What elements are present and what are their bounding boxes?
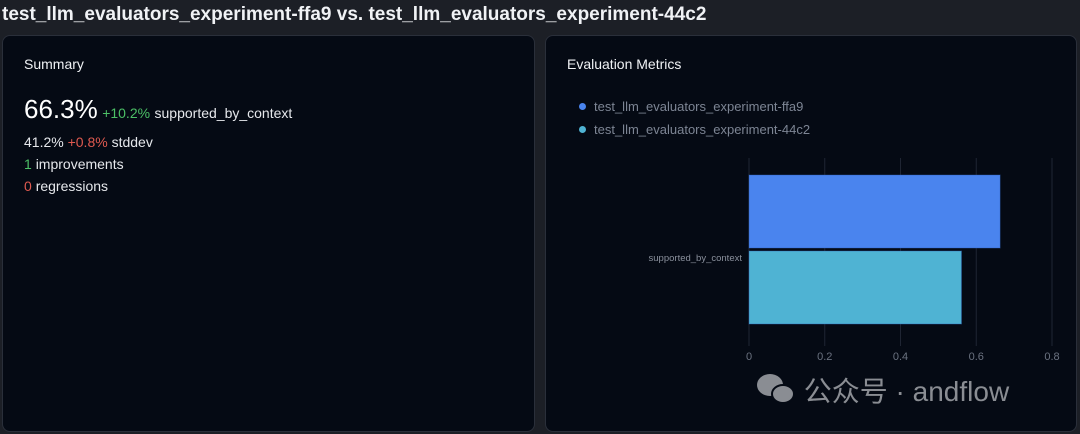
stddev-label: stddev xyxy=(112,134,153,150)
x-tick-label: 0.2 xyxy=(817,351,832,363)
regressions-count: 0 xyxy=(24,178,32,194)
score-line: 66.3% +10.2% supported_by_context xyxy=(24,94,292,125)
bar-test_llm_evaluators_experiment-ffa9 xyxy=(749,175,1000,248)
x-tick-label: 0.4 xyxy=(893,351,908,363)
stddev-line: 41.2% +0.8% stddev xyxy=(24,134,153,150)
y-category-label: supported_by_context xyxy=(649,253,743,264)
improvements-count: 1 xyxy=(24,156,32,172)
improvements-line: 1 improvements xyxy=(24,156,124,172)
score-value: 66.3% xyxy=(24,94,98,124)
summary-heading: Summary xyxy=(24,56,84,72)
summary-card: Summary 66.3% +10.2% supported_by_contex… xyxy=(2,35,535,432)
watermark: 公众号 · andflow xyxy=(756,370,1009,410)
score-delta: +10.2% xyxy=(102,105,150,121)
metric-name: supported_by_context xyxy=(155,105,293,121)
bar-test_llm_evaluators_experiment-44c2 xyxy=(749,251,961,324)
improvements-label: improvements xyxy=(36,156,124,172)
stddev-value: 41.2% xyxy=(24,134,64,150)
watermark-text: 公众号 · andflow xyxy=(804,376,1009,407)
regressions-label: regressions xyxy=(36,178,108,194)
page-title: test_llm_evaluators_experiment-ffa9 vs. … xyxy=(2,4,706,26)
x-tick-label: 0.6 xyxy=(969,351,984,363)
stddev-delta: +0.8% xyxy=(68,134,108,150)
x-tick-label: 0 xyxy=(746,351,752,363)
regressions-line: 0 regressions xyxy=(24,178,108,194)
wechat-icon xyxy=(756,372,796,406)
x-tick-label: 0.8 xyxy=(1044,351,1059,363)
